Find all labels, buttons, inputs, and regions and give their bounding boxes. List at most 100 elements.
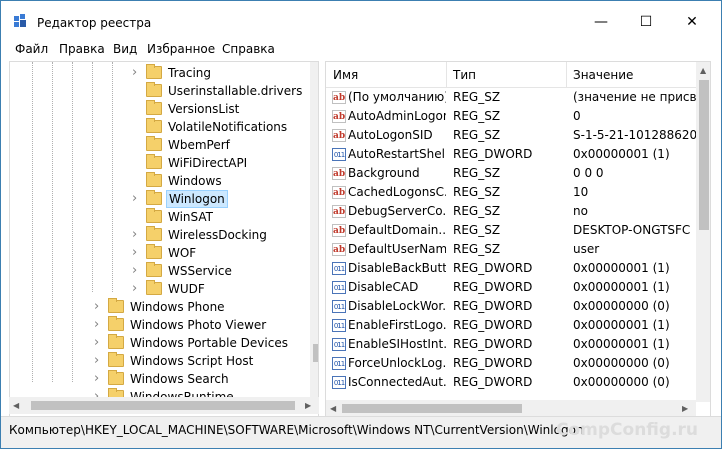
string-value-icon: ab <box>332 110 346 123</box>
value-row[interactable]: 011 EnableSIHostInt... REG_DWORD 0x00000001… <box>326 335 696 354</box>
scroll-up-arrow-icon[interactable]: ▲ <box>700 66 706 75</box>
expand-chevron-icon[interactable]: › <box>132 280 144 298</box>
close-button[interactable]: ✕ <box>669 7 715 37</box>
value-row[interactable]: 011 IsConnectedAut... REG_DWORD 0x00000000 … <box>326 373 696 392</box>
list-header: Имя Тип Значение <box>326 62 710 88</box>
tree-item-label: Windows Script Host <box>130 354 254 368</box>
value-type: REG_DWORD <box>453 261 533 275</box>
minimize-button[interactable]: — <box>578 7 624 37</box>
value-row[interactable]: 011 EnableFirstLogo... REG_DWORD 0x00000001… <box>326 316 696 335</box>
tree-item-label: WSService <box>168 264 232 278</box>
tree-item-label: Tracing <box>168 66 212 80</box>
values-list[interactable]: Имя Тип Значение ab (По умолчанию) REG_SZ(… <box>325 61 711 417</box>
tree-item-label: Windows Photo Viewer <box>130 318 267 332</box>
menu-view[interactable]: Вид <box>113 42 137 56</box>
value-type: REG_DWORD <box>453 375 533 389</box>
value-row[interactable]: ab DefaultDomain... REG_SZ DESKTOP-ONGTSFC <box>326 221 696 240</box>
value-name: AutoAdminLogon <box>348 109 446 123</box>
title-bar[interactable]: Редактор реестра — ☐ ✕ <box>1 1 721 38</box>
value-data: S-1-5-21-1012886205-28 <box>573 128 698 142</box>
window-title: Редактор реестра <box>37 16 152 30</box>
value-row[interactable]: abAutoLogonSID REG_SZ S-1-5-21-1012886205-… <box>326 126 698 145</box>
list-hscroll-thumb[interactable] <box>342 404 522 413</box>
string-value-icon: ab <box>332 205 346 218</box>
value-row[interactable]: 011 AutoRestartShell REG_DWORD 0x00000001 (… <box>326 145 696 164</box>
column-header-name[interactable]: Имя <box>333 68 358 82</box>
scroll-right-arrow-icon[interactable]: ▶ <box>682 404 688 413</box>
maximize-button[interactable]: ☐ <box>623 7 669 37</box>
value-row[interactable]: ab CachedLogonsC... REG_SZ 10 <box>326 183 696 202</box>
value-type: REG_SZ <box>453 128 501 142</box>
expand-chevron-icon[interactable]: › <box>94 298 106 316</box>
expand-chevron-icon[interactable]: › <box>132 64 144 82</box>
expand-chevron-icon[interactable]: › <box>132 190 144 208</box>
tree-item-label: WiFiDirectAPI <box>168 156 248 170</box>
value-type: REG_SZ <box>453 185 501 199</box>
menu-edit[interactable]: Правка <box>59 42 105 56</box>
expand-chevron-icon[interactable]: › <box>132 262 144 280</box>
value-type: REG_SZ <box>453 223 501 237</box>
menu-help[interactable]: Справка <box>222 42 275 56</box>
expand-chevron-icon[interactable]: › <box>132 226 144 244</box>
dword-value-icon: 011 <box>332 376 346 389</box>
dword-value-icon: 011 <box>332 338 346 351</box>
column-separator[interactable] <box>446 62 447 88</box>
value-row[interactable]: 011 ForceUnlockLog... REG_DWORD 0x00000000 … <box>326 354 696 373</box>
value-name: DisableCAD <box>348 280 419 294</box>
folder-icon <box>108 370 124 385</box>
value-name: EnableFirstLogo... <box>348 318 446 332</box>
key-path: Компьютер\HKEY_LOCAL_MACHINE\SOFTWARE\Mi… <box>9 423 584 437</box>
string-value-icon: ab <box>332 186 346 199</box>
tree-item-label: Windows <box>168 174 222 188</box>
value-data: 0x00000001 (1) <box>573 147 670 161</box>
value-name: ForceUnlockLog... <box>348 356 446 370</box>
list-vertical-scrollbar[interactable]: ▲ <box>696 62 710 402</box>
column-separator[interactable] <box>566 62 567 88</box>
value-name: (По умолчанию) <box>348 90 446 104</box>
folder-icon <box>146 208 162 223</box>
value-row[interactable]: 011 DisableCAD REG_DWORD 0x00000001 (1) <box>326 278 696 297</box>
column-header-value[interactable]: Значение <box>573 68 633 82</box>
tree-vscroll-thumb[interactable] <box>313 344 318 362</box>
value-row[interactable]: 011 DisableLockWor... REG_DWORD 0x00000000 … <box>326 297 696 316</box>
folder-icon <box>146 82 162 97</box>
expand-chevron-icon[interactable]: › <box>94 370 106 388</box>
string-value-icon: ab <box>332 224 346 237</box>
expand-chevron-icon[interactable]: › <box>94 352 106 370</box>
registry-tree[interactable]: › Tracing Userinstallable.drivers VersionsL… <box>9 61 319 417</box>
string-value-icon: ab <box>332 167 346 180</box>
expand-chevron-icon[interactable]: › <box>132 244 144 262</box>
value-row[interactable]: ab DebugServerCo... REG_SZ no <box>326 202 696 221</box>
value-data: no <box>573 204 588 218</box>
tree-vertical-scrollbar[interactable] <box>310 62 318 400</box>
dword-value-icon: 011 <box>332 357 346 370</box>
scroll-right-arrow-icon[interactable]: ▶ <box>305 401 311 410</box>
menu-favorites[interactable]: Избранное <box>147 42 215 56</box>
tree-guide-line <box>32 62 33 382</box>
scroll-left-arrow-icon[interactable]: ◀ <box>13 401 19 410</box>
value-row[interactable]: ab (По умолчанию) REG_SZ (значение не присв… <box>326 88 698 107</box>
tree-item-label: Windows Search <box>130 372 229 386</box>
folder-icon <box>108 316 124 331</box>
tree-hscroll-thumb[interactable] <box>31 401 295 410</box>
value-row[interactable]: ab Background REG_SZ 0 0 0 <box>326 164 696 183</box>
list-horizontal-scrollbar[interactable]: ◀ ▶ <box>326 400 696 416</box>
menu-file[interactable]: Файл <box>15 42 48 56</box>
expand-chevron-icon[interactable]: › <box>94 316 106 334</box>
expand-chevron-icon[interactable]: › <box>94 334 106 352</box>
value-type: REG_SZ <box>453 242 501 256</box>
list-vscroll-thumb[interactable] <box>699 80 709 230</box>
value-data: 0x00000001 (1) <box>573 261 670 275</box>
column-header-type[interactable]: Тип <box>453 68 476 82</box>
value-row[interactable]: 011DisableBackButt... REG_DWORD 0x00000001… <box>326 259 696 278</box>
regedit-app-icon <box>14 14 26 27</box>
tree-item-label: Userinstallable.drivers <box>168 84 303 98</box>
value-data: (значение не присвоено) <box>573 90 698 104</box>
value-row[interactable]: ab AutoAdminLogon REG_SZ 0 <box>326 107 696 126</box>
tree-item-label: Windows Phone <box>130 300 225 314</box>
scroll-left-arrow-icon[interactable]: ◀ <box>330 404 336 413</box>
folder-icon <box>146 64 162 79</box>
tree-horizontal-scrollbar[interactable]: ◀ ▶ <box>9 397 319 414</box>
value-row[interactable]: ab DefaultUserName REG_SZ user <box>326 240 696 259</box>
value-data: 0x00000000 (0) <box>573 375 670 389</box>
